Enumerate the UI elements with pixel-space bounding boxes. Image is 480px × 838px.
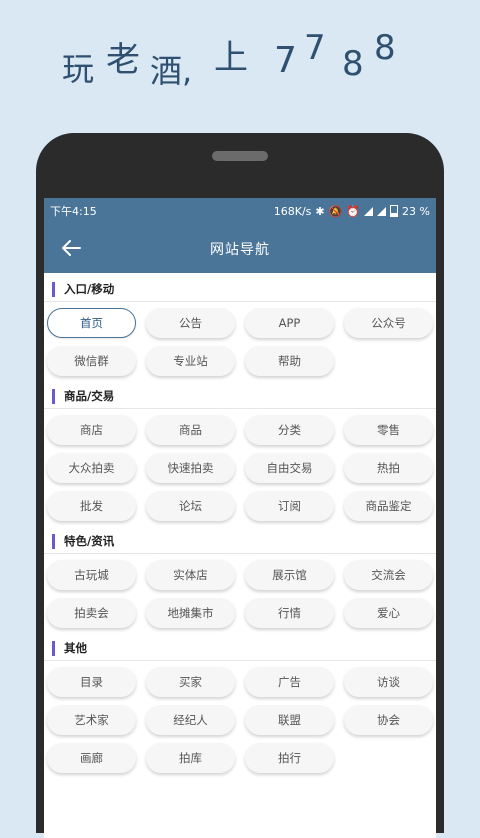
section-grid: 古玩城 实体店 展示馆 交流会拍卖会 地摊集市 行情 爱心	[44, 560, 436, 628]
section-accent-bar	[52, 533, 55, 549]
nav-button[interactable]: 爱心	[344, 598, 433, 628]
nav-button[interactable]: 访谈	[344, 667, 433, 697]
section-accent-bar	[52, 640, 55, 656]
section-title: 入口/移动	[64, 282, 115, 296]
battery-icon	[390, 205, 399, 217]
nav-button[interactable]: 拍卖会	[47, 598, 136, 628]
section-header: 其他	[44, 636, 436, 661]
promo-char: 7	[274, 40, 297, 81]
promo-char: 老	[106, 40, 140, 80]
nav-button[interactable]: 分类	[245, 415, 334, 445]
promo-char: 上	[214, 38, 248, 78]
nav-button[interactable]: 拍行	[245, 743, 334, 773]
nav-button[interactable]: 地摊集市	[146, 598, 235, 628]
status-icons: 168K/s ✱ 🔕 ⏰ 23 %	[274, 205, 430, 218]
page-title: 网站导航	[210, 241, 270, 258]
nav-button[interactable]: 帮助	[245, 346, 334, 376]
nav-button[interactable]: 买家	[146, 667, 235, 697]
mute-icon: 🔕	[328, 204, 343, 218]
promo-char: 酒,	[150, 52, 193, 90]
nav-button[interactable]: 公告	[146, 308, 235, 338]
nav-button[interactable]: 画廊	[47, 743, 136, 773]
signal-3g-icon	[377, 206, 387, 216]
nav-button[interactable]: 批发	[47, 491, 136, 521]
app-bar: 网站导航	[44, 224, 436, 273]
section-header: 特色/资讯	[44, 529, 436, 554]
bluetooth-icon: ✱	[315, 204, 325, 218]
signal-4g-icon	[364, 206, 374, 216]
back-button[interactable]	[58, 236, 84, 260]
nav-button[interactable]: 协会	[344, 705, 433, 735]
nav-button[interactable]: 订阅	[245, 491, 334, 521]
net-speed: 168K/s	[273, 204, 312, 218]
nav-button[interactable]: 自由交易	[245, 453, 334, 483]
section-grid: 首页 公告 APP 公众号微信群 专业站 帮助	[44, 308, 436, 376]
nav-button[interactable]: 专业站	[146, 346, 235, 376]
nav-button[interactable]: 拍库	[146, 743, 235, 773]
alarm-icon: ⏰	[346, 204, 361, 218]
promo-char: 7	[304, 28, 326, 68]
promo-char: 8	[374, 28, 396, 68]
nav-button[interactable]: 经纪人	[146, 705, 235, 735]
nav-button[interactable]: 商品	[146, 415, 235, 445]
back-arrow-icon	[62, 240, 81, 256]
section-grid: 商店 商品 分类 零售大众拍卖 快速拍卖 自由交易 热拍批发 论坛 订阅 商品鉴定	[44, 415, 436, 521]
phone-frame: 下午4:15 168K/s ✱ 🔕 ⏰ 23 % 网站导航 入口/移动首页 公告 A…	[36, 133, 444, 838]
nav-button[interactable]: 快速拍卖	[146, 453, 235, 483]
nav-button[interactable]: 展示馆	[245, 560, 334, 590]
nav-button[interactable]: 目录	[47, 667, 136, 697]
section-header: 入口/移动	[44, 277, 436, 302]
nav-button[interactable]: 公众号	[344, 308, 433, 338]
section-grid: 目录 买家 广告 访谈艺术家 经纪人 联盟 协会画廊 拍库 拍行	[44, 667, 436, 773]
nav-button[interactable]: 行情	[245, 598, 334, 628]
nav-button[interactable]: 商品鉴定	[344, 491, 433, 521]
phone-speaker	[212, 151, 268, 161]
section-accent-bar	[52, 281, 55, 297]
nav-button[interactable]: 微信群	[47, 346, 136, 376]
nav-button[interactable]: 首页	[47, 308, 136, 338]
nav-button[interactable]: 实体店	[146, 560, 235, 590]
battery-percent: 23 %	[402, 204, 430, 218]
promo-char: 8	[342, 44, 364, 84]
section-title: 商品/交易	[64, 389, 115, 403]
nav-button[interactable]: APP	[245, 308, 334, 338]
section-header: 商品/交易	[44, 384, 436, 409]
status-bar: 下午4:15 168K/s ✱ 🔕 ⏰ 23 %	[44, 198, 436, 224]
nav-button[interactable]: 联盟	[245, 705, 334, 735]
nav-button[interactable]: 论坛	[146, 491, 235, 521]
nav-content: 入口/移动首页 公告 APP 公众号微信群 专业站 帮助商品/交易商店 商品 分类 零售大众拍卖…	[44, 273, 436, 773]
phone-screen: 下午4:15 168K/s ✱ 🔕 ⏰ 23 % 网站导航 入口/移动首页 公告 A…	[44, 198, 436, 838]
promo-char: 玩	[62, 50, 95, 88]
section-accent-bar	[52, 388, 55, 404]
status-time: 下午4:15	[50, 205, 97, 218]
nav-button[interactable]: 艺术家	[47, 705, 136, 735]
promo-headline: 玩 老 酒, 上 7 7 8 8	[62, 28, 442, 90]
nav-button[interactable]: 广告	[245, 667, 334, 697]
nav-button[interactable]: 零售	[344, 415, 433, 445]
nav-button[interactable]: 热拍	[344, 453, 433, 483]
nav-button[interactable]: 商店	[47, 415, 136, 445]
section-title: 特色/资讯	[64, 534, 115, 548]
nav-button[interactable]: 古玩城	[47, 560, 136, 590]
nav-button[interactable]: 大众拍卖	[47, 453, 136, 483]
section-title: 其他	[64, 641, 87, 655]
nav-button[interactable]: 交流会	[344, 560, 433, 590]
